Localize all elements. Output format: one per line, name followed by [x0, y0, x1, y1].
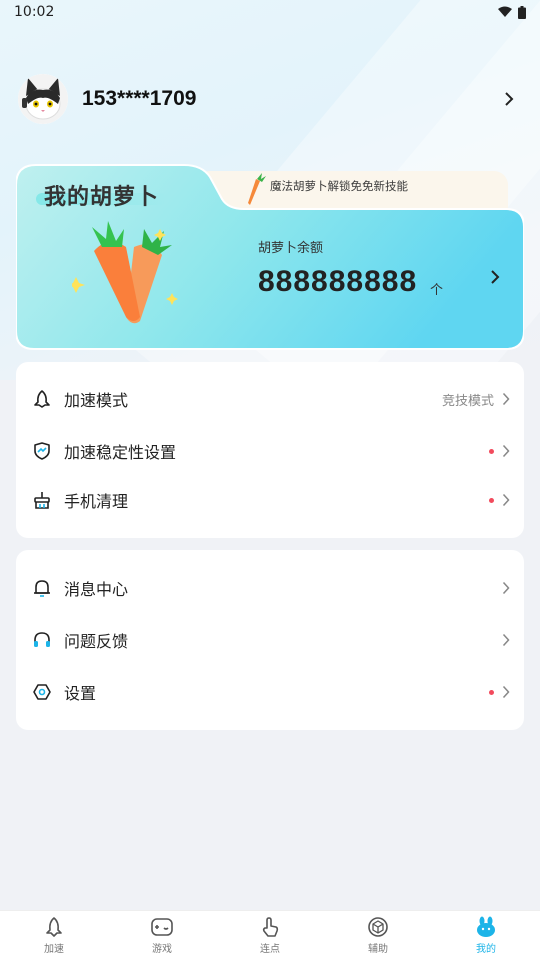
general-group-card: 消息中心 问题反馈 设置	[16, 550, 524, 730]
chevron-right-icon	[502, 493, 510, 507]
profile-row[interactable]: 153****1709	[18, 72, 522, 126]
nav-label: 加速	[44, 944, 64, 955]
balance-unit: 个	[430, 283, 444, 298]
chevron-right-icon	[502, 392, 510, 406]
chevron-right-icon	[502, 685, 510, 699]
nav-label: 辅助	[368, 944, 388, 955]
menu-item-stability-settings[interactable]: 加速稳定性设置	[16, 427, 524, 475]
broom-icon	[32, 490, 52, 510]
nav-label: 我的	[476, 944, 496, 955]
chevron-right-icon[interactable]	[504, 91, 514, 107]
balance-value: 888888888	[258, 265, 418, 298]
bell-icon	[32, 578, 52, 598]
notification-dot	[489, 497, 494, 503]
menu-label: 手机清理	[64, 492, 129, 511]
headset-icon	[32, 630, 52, 650]
menu-label: 加速模式	[64, 391, 129, 410]
menu-label: 设置	[64, 684, 97, 703]
menu-value: 竞技模式	[441, 393, 494, 409]
nav-tab-assist[interactable]: 辅助	[324, 911, 432, 960]
menu-item-feedback[interactable]: 问题反馈	[16, 616, 524, 664]
balance-label: 胡萝卜余额	[258, 241, 324, 256]
menu-item-phone-cleanup[interactable]: 手机清理	[16, 476, 524, 524]
nav-tab-mine[interactable]: 我的	[432, 911, 540, 960]
notification-dot	[489, 689, 494, 695]
bottom-navigation: 加速 游戏 连点 辅助 我的	[0, 910, 540, 960]
gamepad-icon	[151, 918, 173, 936]
menu-item-speed-mode[interactable]: 加速模式 竞技模式	[16, 375, 524, 423]
menu-item-settings[interactable]: 设置	[16, 668, 524, 716]
chevron-right-icon	[502, 444, 510, 458]
carrot-card[interactable]: 魔法胡萝卜解锁免免新技能 我的胡萝卜 胡萝卜余额 888888888 个	[16, 163, 524, 350]
menu-item-message-center[interactable]: 消息中心	[16, 564, 524, 612]
nav-tab-speed[interactable]: 加速	[0, 911, 108, 960]
menu-label: 加速稳定性设置	[64, 443, 177, 462]
rabbit-icon	[477, 916, 495, 937]
phone-number: 153****1709	[82, 87, 197, 110]
status-time: 10:02	[14, 4, 55, 20]
settings-group-card: 加速模式 竞技模式 加速稳定性设置 手机清理	[16, 362, 524, 538]
nav-label: 连点	[260, 944, 280, 955]
speed-icon	[46, 917, 62, 937]
notification-dot	[489, 448, 494, 454]
nav-tab-games[interactable]: 游戏	[108, 911, 216, 960]
status-bar: 10:02	[0, 0, 540, 24]
menu-label: 问题反馈	[64, 632, 129, 651]
chevron-right-icon[interactable]	[490, 269, 500, 285]
rocket-icon	[32, 389, 52, 409]
battery-icon	[518, 5, 526, 19]
nav-tab-autoclick[interactable]: 连点	[216, 911, 324, 960]
shield-icon	[32, 441, 52, 461]
carrot-illustration	[72, 221, 178, 324]
avatar[interactable]	[18, 74, 68, 124]
chevron-right-icon	[502, 633, 510, 647]
cube-icon	[368, 917, 388, 937]
nav-label: 游戏	[152, 944, 172, 955]
wifi-icon	[498, 6, 512, 17]
gear-icon	[32, 682, 52, 702]
carrot-card-title: 我的胡萝卜	[44, 185, 160, 210]
menu-label: 消息中心	[64, 580, 129, 599]
chevron-right-icon	[502, 581, 510, 595]
tap-icon	[262, 917, 279, 937]
